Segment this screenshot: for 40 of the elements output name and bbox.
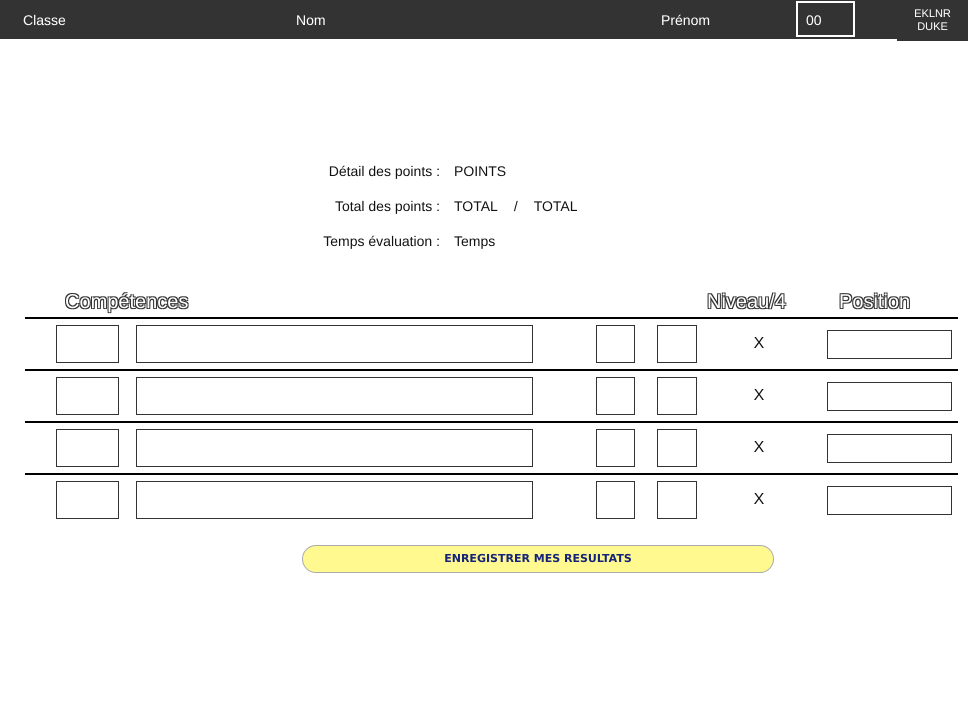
header-label: Prénom — [661, 11, 710, 30]
input-field[interactable] — [596, 325, 635, 363]
level-value: X — [752, 386, 766, 406]
summary-value: TOTAL — [534, 197, 578, 216]
level-value: X — [752, 438, 766, 458]
position-field[interactable] — [827, 434, 952, 462]
summary-label: Total des points : — [334, 197, 441, 216]
input-field[interactable] — [136, 481, 533, 519]
level-value: X — [752, 490, 766, 510]
input-field[interactable] — [136, 377, 533, 415]
save-results-button[interactable]: ENREGISTRER MES RESULTATS — [302, 545, 774, 573]
summary-value: / — [514, 197, 518, 216]
input-field[interactable] — [657, 325, 697, 363]
number-field: 00 — [796, 1, 855, 37]
position-field[interactable] — [827, 330, 952, 358]
column-header: Position — [839, 290, 910, 315]
input-field[interactable] — [136, 325, 533, 363]
input-field[interactable] — [56, 481, 119, 519]
position-field[interactable] — [827, 486, 952, 514]
input-field[interactable] — [657, 377, 697, 415]
summary-value: POINTS — [454, 162, 506, 181]
level-value: X — [752, 334, 766, 354]
column-header: Compétences — [65, 290, 190, 316]
input-field[interactable] — [56, 325, 119, 363]
input-field[interactable] — [596, 481, 635, 519]
position-field[interactable] — [827, 382, 952, 410]
header-label: Nom — [296, 11, 326, 30]
input-field[interactable] — [56, 377, 119, 415]
input-field[interactable] — [56, 429, 119, 467]
input-field[interactable] — [136, 429, 533, 467]
header-label: Classe — [23, 11, 66, 30]
input-field[interactable] — [657, 481, 697, 519]
summary-value: Temps — [454, 232, 496, 251]
summary-label: Détail des points : — [328, 162, 441, 181]
input-field[interactable] — [596, 377, 635, 415]
input-field[interactable] — [596, 429, 635, 467]
input-field[interactable] — [657, 429, 697, 467]
summary-label: Temps évaluation : — [322, 232, 441, 251]
column-header: Niveau/4 — [707, 290, 788, 315]
summary-value: TOTAL — [454, 197, 498, 216]
